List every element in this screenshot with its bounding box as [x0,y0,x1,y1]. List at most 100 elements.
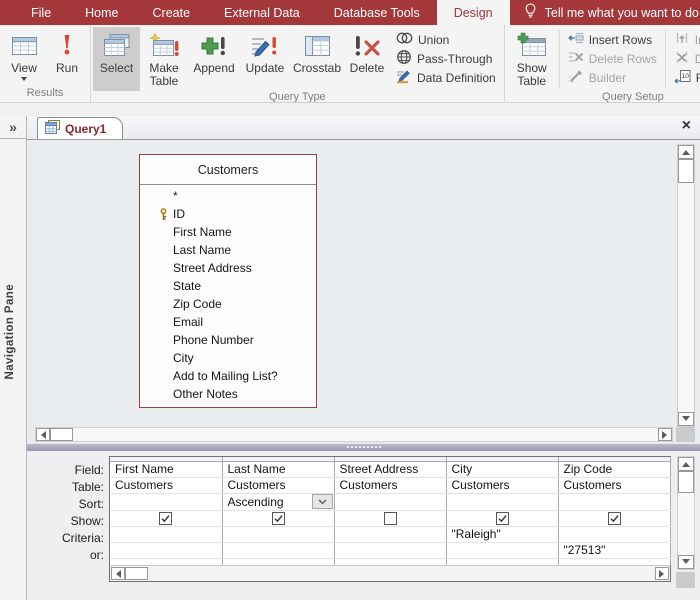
update-button[interactable]: Update [240,27,290,91]
append-button[interactable]: Append [188,27,240,91]
grid-cell-or-4[interactable] [446,542,559,559]
grid-cell-criteria-2[interactable] [222,526,335,543]
field-list-item[interactable]: Add to Mailing List? [140,367,316,385]
pane-splitter[interactable] [27,443,700,451]
field-list-item[interactable]: * [140,187,316,205]
grid-cell-criteria-3[interactable] [334,526,447,543]
scroll-down-button[interactable] [678,412,694,426]
field-list-item[interactable]: ID [140,205,316,223]
grid-cell-sort-5[interactable] [558,493,671,511]
data-definition-button[interactable]: Data Definition [393,68,499,87]
return-button[interactable]: 10 Return: [671,68,700,87]
grid-cell-criteria-4[interactable]: "Raleigh" [446,526,559,543]
field-list-customers[interactable]: Customers * ID First Name Last Name Street A… [139,154,317,408]
grid-cell-or-2[interactable] [222,542,335,559]
grid-scroll-up-button[interactable] [678,457,694,471]
scroll-up-button[interactable] [678,145,694,159]
show-checkbox-1[interactable] [159,512,173,525]
grid-scroll-left-button[interactable] [111,567,125,580]
builder-button[interactable]: Builder [565,68,660,87]
view-dropdown-arrow[interactable] [21,77,27,84]
grid-cell-criteria-1[interactable] [110,526,223,543]
show-table-button[interactable]: Show Table [507,27,557,91]
grid-cell-table-3[interactable]: Customers [334,477,447,494]
delete-rows-button[interactable]: Delete Rows [565,49,660,68]
tab-external-data[interactable]: External Data [207,0,317,25]
query-design-surface[interactable]: Customers * ID First Name Last Name Street A… [27,140,700,443]
grid-horizontal-scrollbar-thumb[interactable] [125,567,148,580]
grid-cell-or-5[interactable]: "27513" [558,542,671,559]
field-list-item[interactable]: Email [140,313,316,331]
show-checkbox-2[interactable] [271,512,285,525]
horizontal-scrollbar-thumb[interactable] [50,428,73,441]
tab-home[interactable]: Home [68,0,135,25]
grid-cell-field-5[interactable]: Zip Code [558,461,671,478]
grid-cell-or-3[interactable] [334,542,447,559]
field-list-item[interactable]: Zip Code [140,295,316,313]
select-query-button[interactable]: Select [93,27,140,91]
show-checkbox-3[interactable] [383,512,397,525]
grid-cell-show-1[interactable] [110,510,223,527]
field-list-item[interactable]: City [140,349,316,367]
grid-vertical-scrollbar-thumb[interactable] [678,471,694,493]
design-grid[interactable]: First Name Last Name Street Address City Zip… [109,456,671,582]
grid-cell-field-2[interactable]: Last Name [222,461,335,478]
design-vertical-scrollbar[interactable] [677,144,695,427]
delete-columns-button[interactable]: Delete C [671,49,700,68]
insert-columns-button[interactable]: Insert Co [671,30,700,49]
field-list-item[interactable]: Street Address [140,259,316,277]
grid-horizontal-scrollbar[interactable] [110,565,670,581]
make-table-button[interactable]: Make Table [140,27,188,91]
design-horizontal-scrollbar[interactable] [35,427,673,442]
grid-cell-show-4[interactable] [446,510,559,527]
view-button[interactable]: View [2,27,46,87]
field-list-item[interactable]: Last Name [140,241,316,259]
close-document-button[interactable]: × [682,118,691,134]
run-button[interactable]: ! Run [46,27,88,87]
crosstab-button[interactable]: Crosstab [290,27,344,91]
grid-cell-table-2[interactable]: Customers [222,477,335,494]
tab-file[interactable]: File [14,0,68,25]
delete-query-button[interactable]: Delete [344,27,390,91]
expand-navigation-pane-button[interactable]: » [0,116,26,139]
vertical-scrollbar-thumb[interactable] [678,159,694,183]
insert-rows-button[interactable]: Insert Rows [565,30,660,49]
grid-cell-table-5[interactable]: Customers [558,477,671,494]
grid-cell-table-4[interactable]: Customers [446,477,559,494]
show-checkbox-5[interactable] [607,512,621,525]
grid-scroll-right-button[interactable] [655,567,669,580]
tell-me-box[interactable]: Tell me what you want to do... [518,0,700,25]
grid-cell-or-1[interactable] [110,542,223,559]
query-grid-pane[interactable]: Field: Table: Sort: Show: Criteria: or: First… [27,451,700,600]
grid-cell-field-3[interactable]: Street Address [334,461,447,478]
navigation-pane-collapsed[interactable]: » Navigation Pane [0,116,27,600]
grid-cell-sort-2[interactable]: Ascending [222,493,335,511]
grid-cell-field-4[interactable]: City [446,461,559,478]
grid-scroll-down-button[interactable] [678,555,694,569]
tab-create[interactable]: Create [136,0,208,25]
grid-vertical-scrollbar[interactable] [677,456,695,570]
grid-cell-sort-1[interactable] [110,493,223,511]
union-button[interactable]: Union [393,30,499,49]
grid-cell-show-3[interactable] [334,510,447,527]
field-list-item[interactable]: First Name [140,223,316,241]
sort-dropdown-button[interactable] [311,494,333,509]
field-list-item[interactable]: Phone Number [140,331,316,349]
grid-cell-field-1[interactable]: First Name [110,461,223,478]
field-list-title[interactable]: Customers [140,155,316,185]
scroll-left-button[interactable] [36,428,50,441]
grid-cell-sort-4[interactable] [446,493,559,511]
field-list-item[interactable]: Other Notes [140,385,316,403]
grid-cell-show-5[interactable] [558,510,671,527]
show-checkbox-4[interactable] [495,512,509,525]
pass-through-button[interactable]: Pass-Through [393,49,499,68]
tab-database-tools[interactable]: Database Tools [317,0,437,25]
grid-cell-sort-3[interactable] [334,493,447,511]
tab-design[interactable]: Design [436,0,510,25]
grid-cell-table-1[interactable]: Customers [110,477,223,494]
grid-cell-show-2[interactable] [222,510,335,527]
scroll-right-button[interactable] [658,428,672,441]
grid-cell-criteria-5[interactable] [558,526,671,543]
document-tab-query1[interactable]: Query1 [37,117,124,139]
field-list-item[interactable]: State [140,277,316,295]
